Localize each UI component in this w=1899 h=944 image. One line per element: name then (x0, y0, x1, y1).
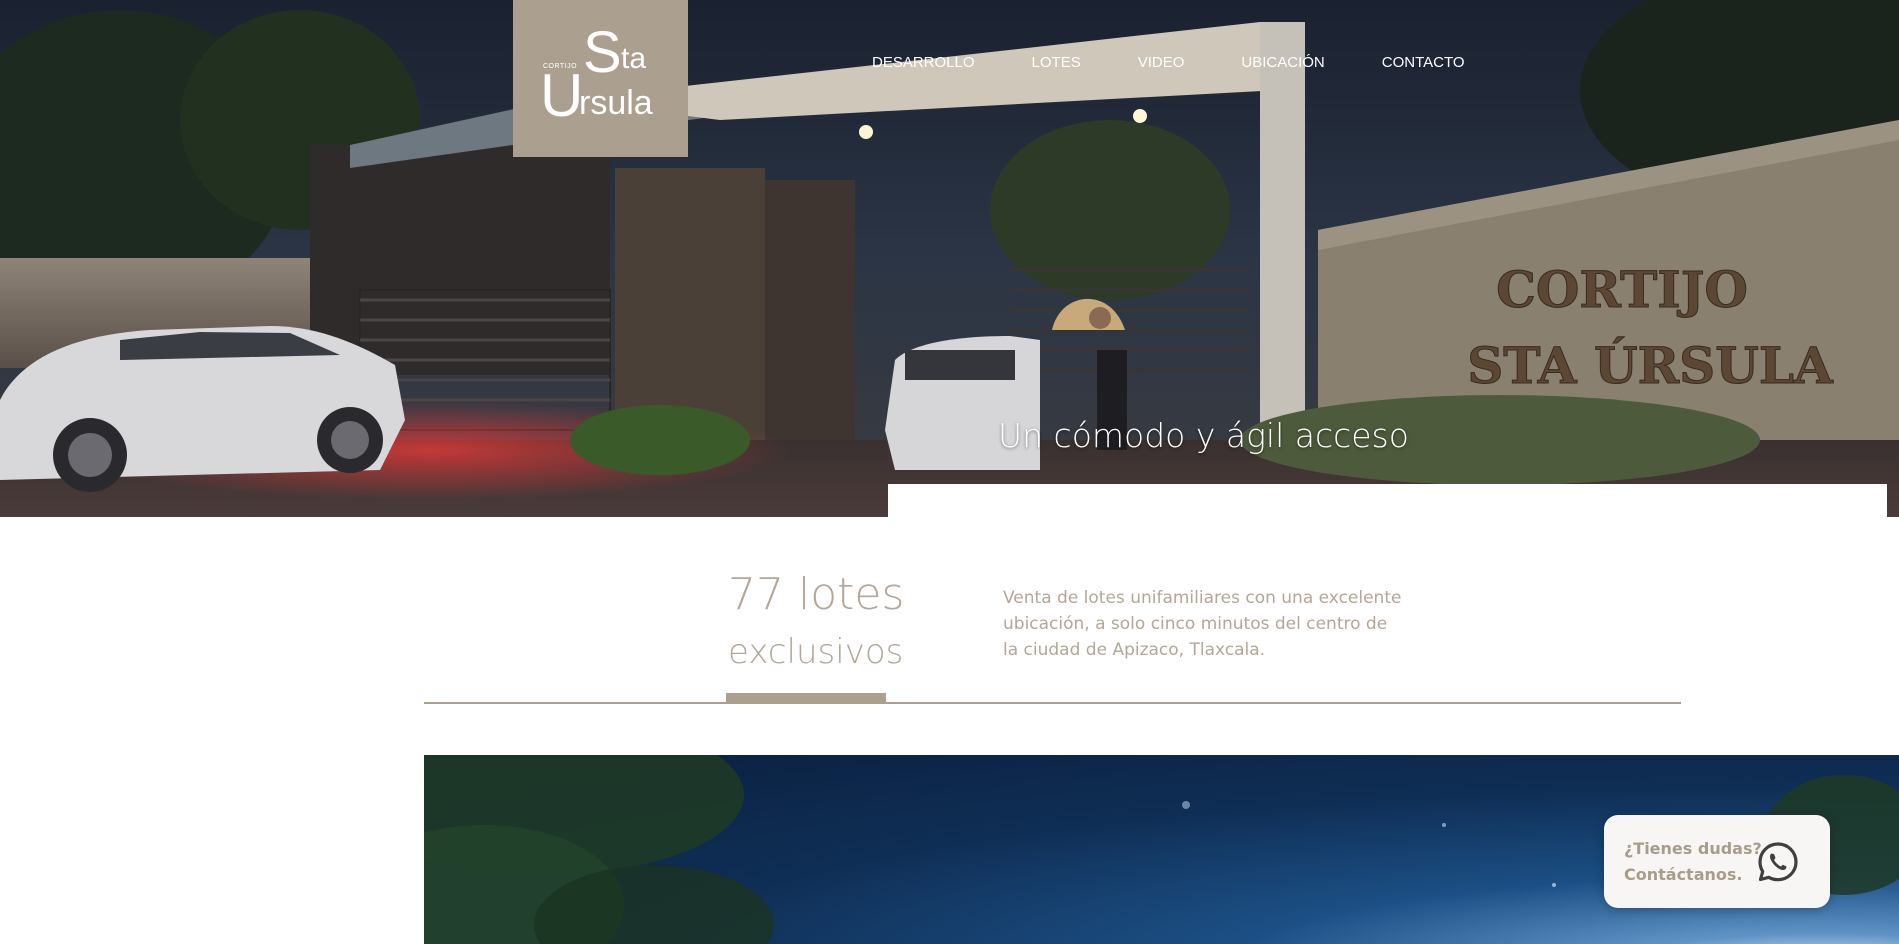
logo-letter-u: U (540, 62, 584, 129)
intro-description: Venta de lotes unifamiliares con una exc… (1003, 588, 1402, 660)
logo-letter-s: S (583, 20, 622, 85)
nav-lotes[interactable]: LOTES (1032, 54, 1081, 71)
whatsapp-line2: Contáctanos. (1624, 865, 1743, 884)
whatsapp-line1: ¿Tienes dudas? (1624, 839, 1762, 858)
section-divider-accent (726, 693, 886, 703)
hero-image: CORTIJO STA ÚRSULA (0, 0, 1899, 517)
logo-letters-rsula: rsula (579, 84, 653, 122)
nav-desarrollo[interactable]: DESARROLLO (872, 54, 975, 71)
main-nav: DESARROLLO LOTES VIDEO UBICACIÓN CONTACT… (872, 54, 1465, 71)
hero-caption: Un cómodo y ágil acceso (998, 416, 1409, 455)
lots-count: 77 lotes (728, 569, 905, 620)
hero-banner: CORTIJO STA ÚRSULA CORTIJO S ta U rsula … (0, 0, 1899, 517)
nav-ubicacion[interactable]: UBICACIÓN (1241, 54, 1324, 71)
hero-white-block (888, 484, 1887, 517)
logo-letters-ta: ta (621, 42, 647, 75)
whatsapp-contact-button[interactable]: ¿Tienes dudas? Contáctanos. (1604, 815, 1830, 908)
whatsapp-icon (1758, 842, 1798, 882)
nav-video[interactable]: VIDEO (1138, 54, 1185, 71)
site-logo[interactable]: CORTIJO S ta U rsula (513, 0, 688, 157)
lots-subtitle: exclusivos (728, 632, 904, 672)
sign-cortijo: CORTIJO (1496, 260, 1748, 319)
sign-sta-ursula: STA ÚRSULA (1467, 336, 1834, 395)
nav-contacto[interactable]: CONTACTO (1382, 54, 1465, 71)
section-divider (424, 702, 1681, 704)
